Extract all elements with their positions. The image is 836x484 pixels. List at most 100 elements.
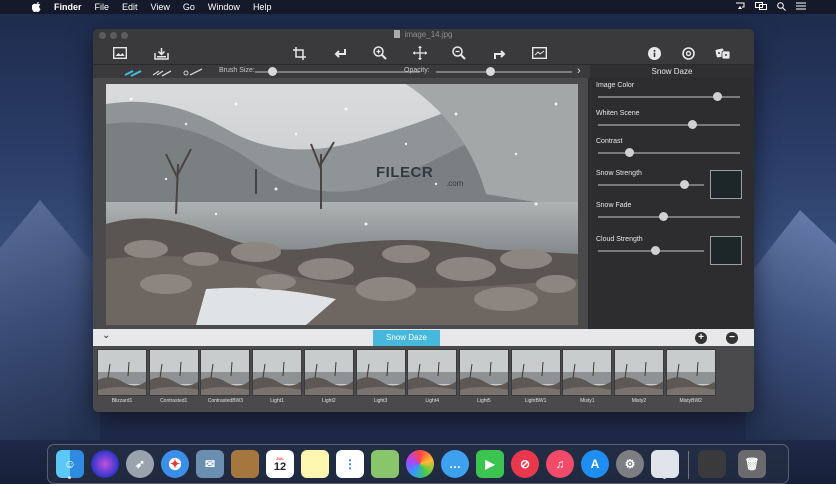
color-swatch[interactable] xyxy=(710,170,742,199)
preset-thumbnail[interactable] xyxy=(562,349,613,396)
app-store-icon[interactable]: A xyxy=(581,450,609,478)
launchpad-icon[interactable]: ➶ xyxy=(126,450,154,478)
spotlight-search-icon[interactable] xyxy=(777,1,786,13)
preset-thumbnail[interactable] xyxy=(510,349,561,396)
effect-settings-panel: Image Color Whiten Scene Contrast Snow Stre… xyxy=(590,78,754,329)
opacity-slider[interactable] xyxy=(436,67,572,76)
preset-label: Light3 xyxy=(373,398,388,404)
brush-medium-icon[interactable] xyxy=(151,67,173,77)
messages-icon[interactable]: … xyxy=(441,450,469,478)
image-icon[interactable] xyxy=(111,44,129,62)
param-slider[interactable] xyxy=(598,180,704,189)
param-slider[interactable] xyxy=(598,246,704,255)
redo-icon[interactable] xyxy=(490,44,508,62)
param-slider-knob[interactable] xyxy=(713,92,723,101)
export-icon[interactable] xyxy=(152,44,170,62)
main-photo[interactable]: FILECR .com xyxy=(106,84,578,325)
facetime-icon[interactable]: ▶ xyxy=(476,450,504,478)
brush-small-icon[interactable] xyxy=(123,67,145,77)
preset-thumbnail[interactable] xyxy=(407,349,458,396)
param-label: Contrast xyxy=(596,138,623,145)
add-preset-button[interactable]: + xyxy=(695,332,707,344)
param-image-color: Image Color xyxy=(596,82,746,101)
menu-help[interactable]: Help xyxy=(253,2,272,12)
compare-icon[interactable] xyxy=(530,44,548,62)
preset-thumbnail[interactable] xyxy=(97,349,147,396)
crop-icon[interactable] xyxy=(290,44,308,62)
preset-thumbnail[interactable] xyxy=(252,349,303,396)
param-slider[interactable] xyxy=(598,148,740,157)
zoom-out-icon[interactable] xyxy=(450,44,468,62)
preset-thumbnail[interactable] xyxy=(148,349,199,396)
selected-preset-label[interactable]: Snow Daze xyxy=(373,330,440,346)
menu-edit[interactable]: Edit xyxy=(122,2,138,12)
randomize-icon[interactable] xyxy=(714,44,732,62)
menu-window[interactable]: Window xyxy=(208,2,240,12)
watermark-brand: FILECR xyxy=(376,164,434,181)
param-slider[interactable] xyxy=(598,120,740,129)
notes-icon[interactable] xyxy=(301,450,329,478)
param-slider-knob[interactable] xyxy=(679,180,689,189)
airplay-icon[interactable] xyxy=(735,2,745,12)
color-swatch[interactable] xyxy=(710,236,742,265)
help-icon[interactable] xyxy=(679,44,697,62)
preset-thumbnail[interactable] xyxy=(458,349,509,396)
zoom-in-icon[interactable] xyxy=(371,44,389,62)
preset-label: Blizzard1 xyxy=(111,398,133,404)
preset-thumbnail[interactable] xyxy=(614,349,664,396)
brush-size-slider-knob[interactable] xyxy=(267,67,277,76)
info-icon[interactable] xyxy=(645,44,663,62)
param-slider-knob[interactable] xyxy=(687,120,697,129)
maps-icon[interactable] xyxy=(371,450,399,478)
preset-strip: Blizzard1 Contrasted1 ContrastedBW3 Light1 L… xyxy=(93,346,754,412)
preset-thumbnail[interactable] xyxy=(303,349,354,396)
chevron-down-icon[interactable]: ⌄ xyxy=(102,330,110,341)
menu-bar: Finder File Edit View Go Window Help xyxy=(0,0,836,14)
param-slider-knob[interactable] xyxy=(651,246,661,255)
dock: ☺ ➶ ✦ ✉ JUL 12 ⋮ … ▶ ⊘ ♫ A ⚙ 🗑 xyxy=(47,444,789,484)
reminders-icon[interactable]: ⋮ xyxy=(336,450,364,478)
display-mirror-icon[interactable] xyxy=(755,2,767,12)
preset-label: Light1 xyxy=(270,398,284,404)
param-slider[interactable] xyxy=(598,212,740,221)
apple-icon[interactable] xyxy=(30,1,42,13)
preset-label: Light2 xyxy=(321,398,336,404)
preset-thumbnail[interactable] xyxy=(200,349,251,396)
menu-finder[interactable]: Finder xyxy=(54,2,82,12)
system-preferences-icon[interactable]: ⚙ xyxy=(616,450,644,478)
calendar-icon[interactable]: JUL 12 xyxy=(266,450,294,478)
siri-icon[interactable] xyxy=(91,450,119,478)
param-slider-knob[interactable] xyxy=(659,212,669,221)
rotate-icon[interactable] xyxy=(331,44,349,62)
param-slider[interactable] xyxy=(598,92,740,101)
param-contrast: Contrast xyxy=(596,138,746,157)
notification-center-icon[interactable] xyxy=(796,2,806,12)
contacts-icon[interactable] xyxy=(231,450,259,478)
news-icon[interactable]: ⊘ xyxy=(511,450,539,478)
preset-thumbnail[interactable] xyxy=(355,349,406,396)
music-icon[interactable]: ♫ xyxy=(546,450,574,478)
trash-icon[interactable]: 🗑 xyxy=(738,450,766,478)
remove-preset-button[interactable]: − xyxy=(726,332,738,344)
watermark-suffix: .com xyxy=(446,179,464,188)
photos-icon[interactable] xyxy=(406,450,434,478)
chevron-right-icon[interactable]: › xyxy=(577,65,581,77)
brush-size-slider[interactable] xyxy=(255,67,420,76)
downloads-stack-icon[interactable] xyxy=(698,450,726,478)
preset-label: LightBW1 xyxy=(524,398,547,404)
menu-go[interactable]: Go xyxy=(183,2,195,12)
opacity-slider-knob[interactable] xyxy=(486,67,496,76)
menu-file[interactable]: File xyxy=(95,2,110,12)
menu-view[interactable]: View xyxy=(151,2,170,12)
calendar-day: 12 xyxy=(273,460,287,473)
brush-large-icon[interactable] xyxy=(182,67,204,77)
wallpaper-mountain-right xyxy=(746,210,836,440)
param-slider-knob[interactable] xyxy=(625,148,635,157)
move-icon[interactable] xyxy=(411,44,429,62)
snow-daze-app-icon[interactable] xyxy=(651,450,679,479)
app-window: image_14.jpg Brush Size: Opacity: › Snow… xyxy=(93,29,754,412)
preset-thumbnail[interactable] xyxy=(665,349,716,396)
safari-icon[interactable]: ✦ xyxy=(161,450,189,478)
finder-icon[interactable]: ☺ xyxy=(56,450,84,479)
mail-icon[interactable]: ✉ xyxy=(196,450,224,478)
